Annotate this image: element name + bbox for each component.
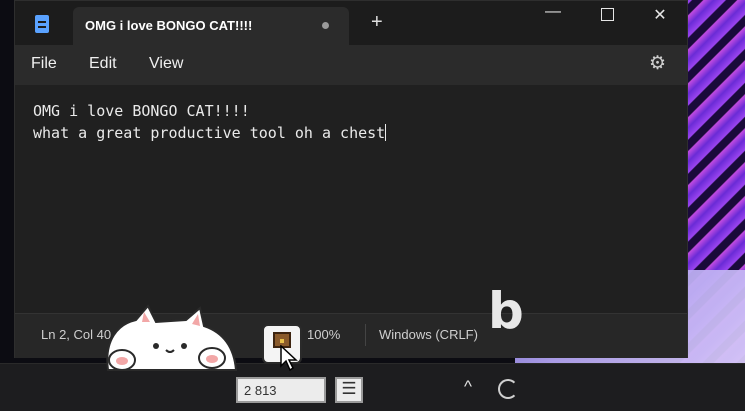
keypress-counter: 2 813 [236,377,326,403]
chest-lock [280,339,284,343]
menu-button[interactable]: ☰ [335,377,363,403]
close-button[interactable]: ✕ [640,5,680,25]
menu-file[interactable]: File [31,55,57,73]
maximize-button[interactable] [587,5,627,26]
text-editor[interactable]: OMG i love BONGO CAT!!!! what a great pr… [15,85,687,313]
new-tab-button[interactable]: + [371,11,383,34]
editor-line-2-text: what a great productive tool oh a chest [33,124,386,142]
menu-edit[interactable]: Edit [89,55,117,73]
minimize-button[interactable]: — [533,3,573,21]
status-divider [365,324,366,346]
menu-bar: File Edit View ⚙ [15,45,687,85]
mouse-cursor-icon [280,345,298,371]
gear-icon[interactable]: ⚙ [649,52,666,75]
menu-view[interactable]: View [149,55,183,73]
bongo-cat-icon [106,304,238,371]
bing-logo-icon[interactable]: b [488,286,524,336]
notepad-app-icon [35,15,49,33]
text-caret [385,124,387,141]
unsaved-dot-icon[interactable] [322,22,329,29]
tab-document[interactable]: OMG i love BONGO CAT!!!! [73,7,349,45]
editor-line-2[interactable]: what a great productive tool oh a chest [33,124,387,142]
maximize-icon [600,8,614,21]
show-hidden-icons-button[interactable]: ^ [464,377,472,397]
line-ending[interactable]: Windows (CRLF) [379,327,478,342]
editor-line-1[interactable]: OMG i love BONGO CAT!!!! [33,102,250,120]
tab-title: OMG i love BONGO CAT!!!! [85,18,253,33]
title-bar[interactable]: OMG i love BONGO CAT!!!! + — ✕ [15,1,687,45]
zoom-level[interactable]: 100% [307,327,340,342]
sync-icon[interactable] [498,379,518,399]
